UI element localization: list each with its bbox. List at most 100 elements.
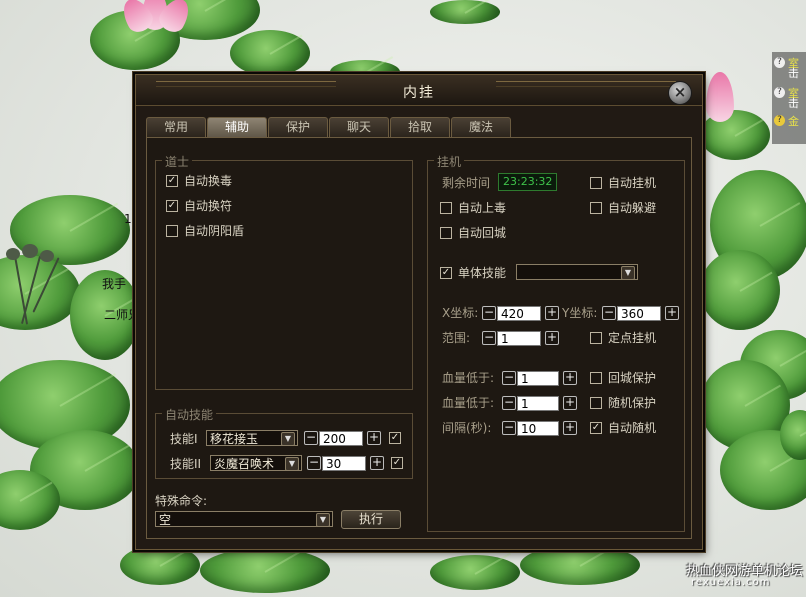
checkbox-label: 自动回城	[458, 226, 507, 240]
y-coord-input[interactable]: 360	[617, 306, 661, 321]
hp-low-1-label: 血量低于:	[442, 371, 495, 385]
skill2-value: 炎魔召唤术	[214, 457, 275, 471]
chevron-down-icon: ▼	[285, 457, 299, 471]
dialog-title: 内挂	[403, 85, 435, 101]
interval-label: 间隔(秒):	[442, 421, 492, 435]
group-legend: 自动技能	[162, 406, 217, 423]
tab-magic[interactable]: 魔法	[451, 117, 511, 137]
minus-button[interactable]: −	[502, 371, 516, 385]
auto-dodge-checkbox[interactable]	[590, 202, 602, 214]
y-coord-label: Y坐标:	[562, 306, 598, 320]
hp-low-2-input[interactable]: 1	[517, 396, 559, 411]
plus-button[interactable]: +	[545, 331, 559, 345]
random-protect-checkbox[interactable]	[590, 397, 602, 409]
checkbox-label: 单体技能	[458, 266, 507, 280]
checkbox-label: 回城保护	[608, 371, 657, 385]
checkbox-label: 定点挂机	[608, 331, 657, 345]
remaining-time-value: 23:23:32	[498, 173, 558, 191]
plus-button[interactable]: +	[370, 456, 384, 470]
minus-button[interactable]: −	[307, 456, 321, 470]
checkbox-label: 随机保护	[608, 396, 657, 410]
tab-pickup[interactable]: 拾取	[390, 117, 450, 137]
tab-chat[interactable]: 聊天	[329, 117, 389, 137]
minus-button[interactable]: −	[482, 306, 496, 320]
chat-text: 击	[788, 97, 799, 110]
dialog-titlebar[interactable]: 内挂 ×	[136, 75, 702, 106]
checkbox-label: 自动挂机	[608, 176, 657, 190]
question-icon: ?	[774, 87, 785, 98]
lotus-leaf	[700, 250, 780, 330]
tab-assist[interactable]: 辅助	[207, 117, 267, 138]
auto-swap-poison-checkbox[interactable]	[166, 175, 178, 187]
lotus-leaf	[230, 30, 310, 76]
tab-content: 道士 自动换毒 自动换符 自动阴阳盾 自动技能 技能I 移花接玉 ▼ − 200…	[146, 137, 692, 539]
checkbox-label: 自动阴阳盾	[184, 224, 245, 238]
watermark-url: rexuexia.com	[691, 577, 771, 588]
chevron-down-icon: ▼	[621, 266, 635, 280]
chat-entry: ? 室 击	[772, 82, 806, 110]
chat-entry: ? 室 击	[772, 52, 806, 80]
auto-yinyang-shield-checkbox[interactable]	[166, 225, 178, 237]
lotus-pod	[40, 250, 54, 262]
close-button[interactable]: ×	[668, 81, 692, 105]
chat-text: 金	[788, 115, 799, 128]
minus-button[interactable]: −	[502, 421, 516, 435]
special-command-value: 空	[159, 513, 172, 527]
checkbox-label: 自动换符	[184, 199, 233, 213]
minus-button[interactable]: −	[482, 331, 496, 345]
plus-button[interactable]: +	[367, 431, 381, 445]
remaining-time-label: 剩余时间	[442, 176, 491, 190]
interval-input[interactable]: 10	[517, 421, 559, 436]
special-command-label: 特殊命令:	[155, 494, 208, 508]
return-protect-checkbox[interactable]	[590, 372, 602, 384]
minus-button[interactable]: −	[602, 306, 616, 320]
single-skill-checkbox[interactable]	[440, 267, 452, 279]
minus-button[interactable]: −	[304, 431, 318, 445]
afk-group: 挂机 剩余时间 23:23:32 自动挂机 自动上毒 自动躲避 自动回城 单体技…	[427, 153, 685, 532]
lotus-pod	[6, 248, 20, 260]
range-label: 范围:	[442, 331, 471, 345]
plus-button[interactable]: +	[563, 371, 577, 385]
lotus-flower	[700, 70, 740, 125]
chevron-down-icon: ▼	[316, 513, 330, 527]
helper-settings-dialog: 内挂 × 常用 辅助 保护 聊天 拾取 魔法 道士 自动换毒 自动换符 自动阴阳…	[135, 74, 703, 550]
auto-random-checkbox[interactable]	[590, 422, 602, 434]
special-command-select[interactable]: 空 ▼	[155, 511, 333, 527]
auto-return-checkbox[interactable]	[440, 227, 452, 239]
plus-button[interactable]: +	[665, 306, 679, 320]
side-chat-panel: ? 室 击 ? 室 击 ? 金	[772, 52, 806, 144]
skill1-value-input[interactable]: 200	[319, 431, 363, 446]
skill2-value-input[interactable]: 30	[322, 456, 366, 471]
auto-poison-checkbox[interactable]	[440, 202, 452, 214]
auto-afk-checkbox[interactable]	[590, 177, 602, 189]
lotus-leaf	[200, 548, 330, 593]
skill1-enable-checkbox[interactable]	[389, 432, 401, 444]
range-input[interactable]: 1	[497, 331, 541, 346]
skill2-label: 技能II	[170, 457, 202, 471]
skill2-enable-checkbox[interactable]	[391, 457, 403, 469]
lotus-flower	[112, 0, 202, 40]
fixed-point-afk-checkbox[interactable]	[590, 332, 602, 344]
group-legend: 道士	[162, 153, 193, 170]
single-skill-select[interactable]: ▼	[516, 264, 638, 280]
x-coord-input[interactable]: 420	[497, 306, 541, 321]
plus-button[interactable]: +	[563, 396, 577, 410]
checkbox-label: 自动上毒	[458, 201, 507, 215]
question-icon: ?	[774, 57, 785, 68]
skill2-select[interactable]: 炎魔召唤术 ▼	[210, 455, 302, 471]
hp-low-2-label: 血量低于:	[442, 396, 495, 410]
auto-swap-talisman-checkbox[interactable]	[166, 200, 178, 212]
lotus-leaf	[430, 0, 500, 24]
plus-button[interactable]: +	[545, 306, 559, 320]
execute-button[interactable]: 执行	[341, 510, 401, 529]
auto-skill-group: 自动技能 技能I 移花接玉 ▼ − 200 + 技能II 炎魔召唤术 ▼ − 3…	[155, 406, 413, 479]
hp-low-1-input[interactable]: 1	[517, 371, 559, 386]
chevron-down-icon: ▼	[281, 432, 295, 446]
tab-common[interactable]: 常用	[146, 117, 206, 137]
plus-button[interactable]: +	[563, 421, 577, 435]
minus-button[interactable]: −	[502, 396, 516, 410]
skill1-select[interactable]: 移花接玉 ▼	[206, 430, 298, 446]
group-legend: 挂机	[434, 153, 465, 170]
lotus-leaf	[120, 545, 200, 585]
tab-protect[interactable]: 保护	[268, 117, 328, 137]
